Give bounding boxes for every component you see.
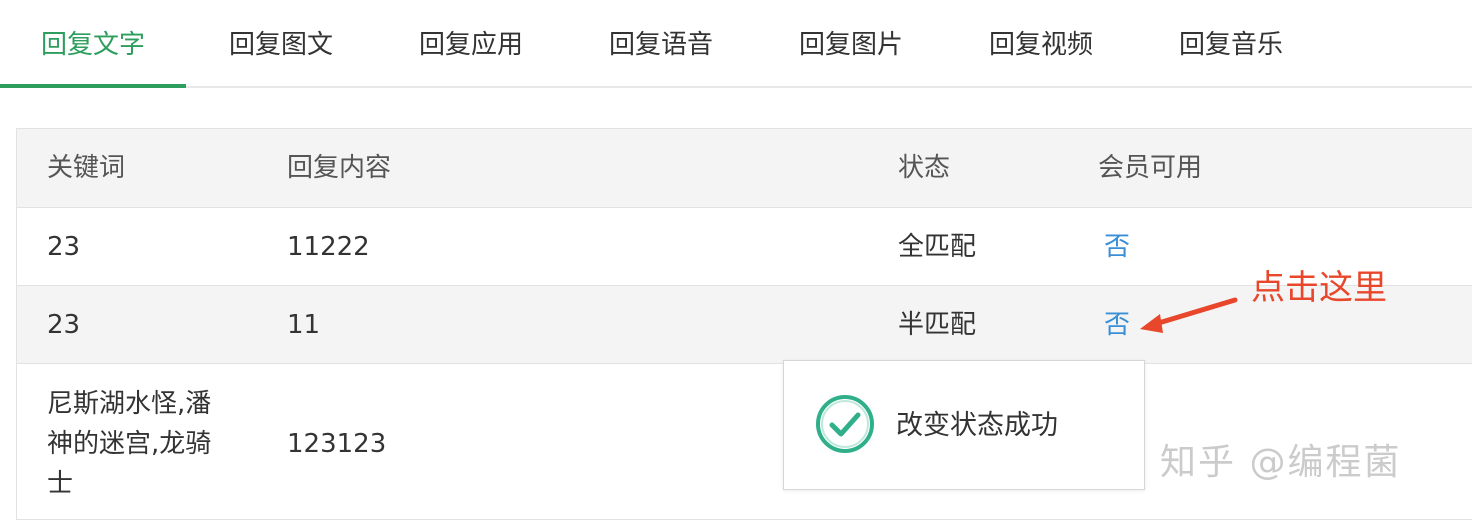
member-toggle-link[interactable]: 否	[1104, 286, 1130, 364]
toast-message: 改变状态成功	[896, 410, 1058, 441]
table-header-row: 关键词 回复内容 状态 会员可用	[17, 129, 1472, 208]
tab-reply-voice[interactable]: 回复语音	[566, 0, 756, 88]
header-member: 会员可用	[1098, 153, 1203, 183]
page: 回复文字 回复图文 回复应用 回复语音 回复图片 回复视频 回复音乐 关键词 回…	[0, 0, 1472, 520]
cell-content: 123123	[287, 429, 387, 459]
tab-reply-article[interactable]: 回复图文	[186, 0, 376, 88]
cell-status: 全匹配	[898, 232, 977, 262]
check-circle-icon	[816, 395, 874, 453]
tab-reply-music[interactable]: 回复音乐	[1136, 0, 1326, 88]
header-status: 状态	[898, 153, 951, 183]
active-tab-indicator	[0, 84, 186, 88]
cell-keyword: 尼斯湖水怪,潘神的迷宫,龙骑士	[47, 389, 212, 499]
tab-bar: 回复文字 回复图文 回复应用 回复语音 回复图片 回复视频 回复音乐	[0, 0, 1472, 88]
cell-keyword: 23	[47, 310, 81, 340]
cell-keyword: 23	[47, 232, 81, 262]
cell-content: 11	[287, 310, 321, 340]
annotation-label: 点击这里	[1251, 268, 1387, 308]
header-keyword: 关键词	[47, 153, 126, 183]
tab-reply-app[interactable]: 回复应用	[376, 0, 566, 88]
header-content: 回复内容	[287, 153, 392, 183]
cell-status: 半匹配	[898, 310, 977, 340]
annotation-arrow-icon	[1140, 297, 1238, 333]
success-toast: 改变状态成功	[783, 360, 1145, 490]
watermark: 知乎 @编程菌	[1160, 442, 1402, 483]
tab-reply-text[interactable]: 回复文字	[0, 0, 186, 88]
member-toggle-link[interactable]: 否	[1104, 208, 1130, 286]
tab-reply-video[interactable]: 回复视频	[946, 0, 1136, 88]
tab-reply-image[interactable]: 回复图片	[756, 0, 946, 88]
cell-content: 11222	[287, 232, 370, 262]
